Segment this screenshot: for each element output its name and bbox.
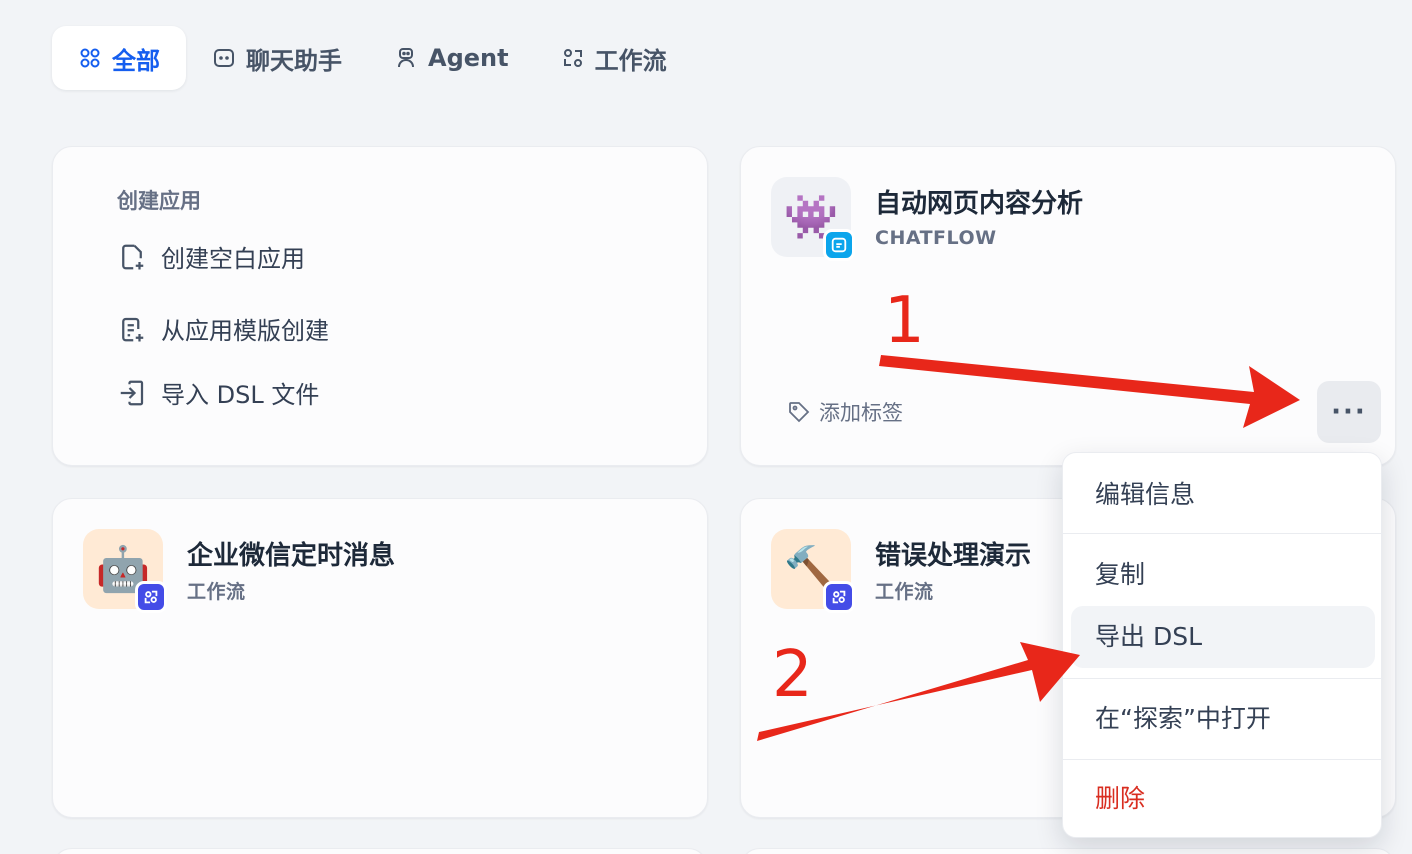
template-icon: [122, 317, 144, 341]
menu-edit-info[interactable]: 编辑信息: [1063, 475, 1383, 515]
app-card[interactable]: 👾 自动网页内容分析 CHATFLOW 添加标签 ···: [740, 146, 1396, 466]
app-icon: 🤖: [83, 529, 167, 613]
app-card[interactable]: [52, 848, 708, 854]
app-card[interactable]: [740, 848, 1396, 854]
create-blank-label: 创建空白应用: [161, 245, 305, 273]
menu-open-in-explore[interactable]: 在“探索”中打开: [1063, 699, 1383, 739]
file-plus-icon: [122, 244, 144, 269]
workflow-icon: [832, 590, 846, 604]
menu-divider: [1063, 759, 1383, 760]
import-dsl-label: 导入 DSL 文件: [161, 381, 320, 409]
app-name: 企业微信定时消息: [187, 541, 396, 571]
more-options-button[interactable]: ···: [1317, 381, 1381, 443]
create-template-label: 从应用模版创建: [161, 317, 329, 345]
tag-icon: [789, 402, 810, 423]
add-tag-label: 添加标签: [819, 401, 903, 425]
app-name: 错误处理演示: [875, 541, 1032, 571]
app-card[interactable]: 🤖 企业微信定时消息 工作流: [52, 498, 708, 818]
workflow-badge: [823, 581, 855, 613]
menu-divider: [1063, 678, 1383, 679]
create-blank-app-button[interactable]: 创建空白应用: [117, 239, 305, 274]
tab-workflow[interactable]: 工作流: [535, 26, 693, 90]
chat-bubble-icon: [831, 237, 847, 253]
import-dsl-button[interactable]: 导入 DSL 文件: [117, 375, 319, 410]
workflow-icon: [144, 590, 158, 604]
tab-all-label: 全部: [112, 46, 160, 75]
tab-chat-assistant[interactable]: 聊天助手: [186, 26, 368, 90]
app-type: 工作流: [187, 581, 246, 603]
app-type-tabs: 全部 聊天助手 Agent 工作流: [52, 26, 693, 90]
annotation-step-1: 1: [884, 284, 925, 358]
menu-export-dsl[interactable]: 导出 DSL: [1071, 606, 1375, 668]
app-type: 工作流: [875, 581, 934, 603]
app-name: 自动网页内容分析: [875, 189, 1084, 219]
create-app-card: 创建应用 创建空白应用 从应用模版创建 导入 DSL 文件: [52, 146, 708, 466]
create-app-title: 创建应用: [117, 189, 201, 213]
tab-all[interactable]: 全部: [52, 26, 186, 90]
tab-agent[interactable]: Agent: [368, 26, 535, 90]
grid-icon: [80, 48, 100, 68]
app-icon: 👾: [771, 177, 855, 261]
tab-agent-label: Agent: [428, 44, 509, 72]
robot-icon: [398, 48, 414, 68]
workflow-badge: [135, 581, 167, 613]
tab-chat-label: 聊天助手: [246, 46, 342, 75]
workflow-icon: [563, 49, 582, 67]
chat-icon: [214, 49, 234, 67]
create-from-template-button[interactable]: 从应用模版创建: [117, 311, 329, 346]
more-icon: ···: [1331, 397, 1367, 427]
chatflow-badge: [823, 229, 855, 261]
menu-divider: [1063, 533, 1383, 534]
import-icon: [120, 380, 144, 405]
menu-delete[interactable]: 删除: [1063, 779, 1383, 819]
menu-duplicate[interactable]: 复制: [1063, 555, 1383, 595]
annotation-step-2: 2: [772, 638, 813, 712]
app-options-menu: 编辑信息 复制 导出 DSL 在“探索”中打开 删除: [1062, 452, 1383, 838]
app-icon: 🔨: [771, 529, 855, 613]
app-type: CHATFLOW: [875, 227, 997, 249]
add-tag-button[interactable]: 添加标签: [787, 397, 903, 427]
tab-workflow-label: 工作流: [594, 46, 667, 75]
